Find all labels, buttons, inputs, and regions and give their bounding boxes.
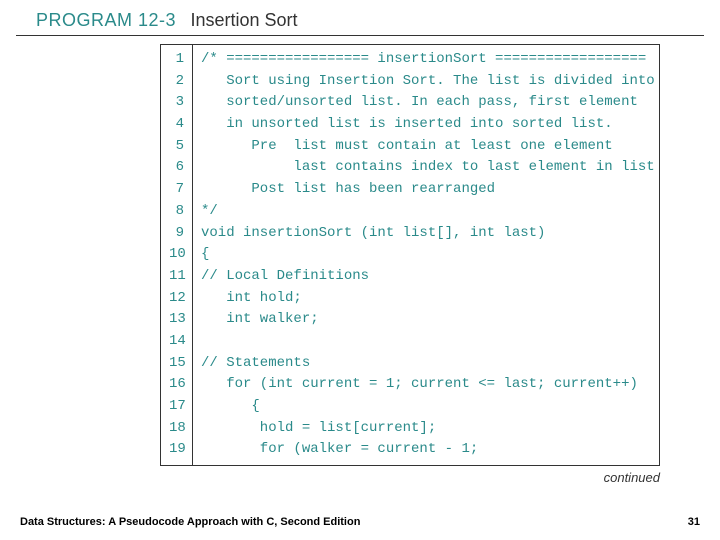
line-numbers-gutter: 1 2 3 4 5 6 7 8 9 10 11 12 13 14 15 16 1… bbox=[161, 45, 193, 465]
program-label: PROGRAM 12-3 bbox=[36, 10, 176, 30]
book-title: Data Structures: A Pseudocode Approach w… bbox=[20, 516, 360, 528]
program-header: PROGRAM 12-3 Insertion Sort bbox=[16, 0, 704, 36]
page-number: 31 bbox=[688, 516, 700, 528]
page-footer: Data Structures: A Pseudocode Approach w… bbox=[20, 516, 700, 528]
code-content: /* ================= insertionSort =====… bbox=[193, 45, 663, 465]
code-listing: 1 2 3 4 5 6 7 8 9 10 11 12 13 14 15 16 1… bbox=[160, 44, 660, 466]
continued-label: continued bbox=[0, 470, 660, 485]
program-title: Insertion Sort bbox=[191, 10, 298, 30]
